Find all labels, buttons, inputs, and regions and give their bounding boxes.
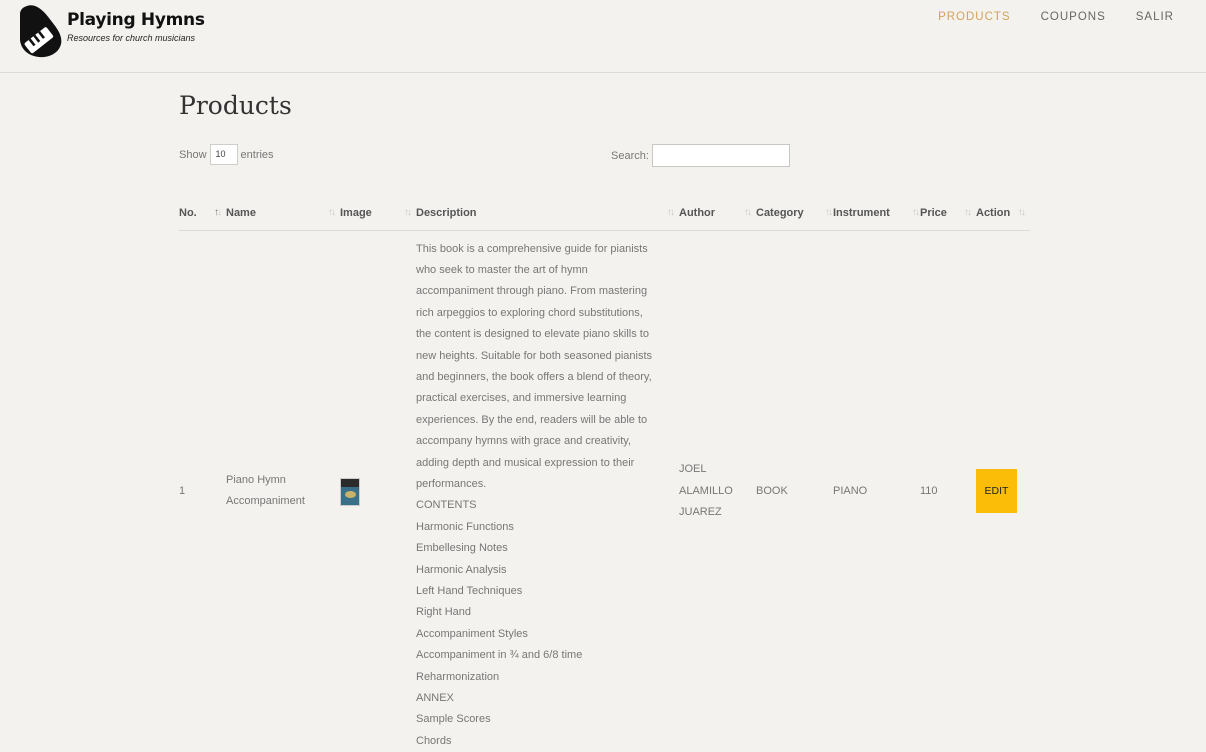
description-line: accompany hymns with grace and creativit… (416, 435, 631, 448)
description-line: adding depth and musical expression to t… (416, 456, 635, 469)
entries-label: entries (240, 148, 274, 161)
description-line: new heights. Suitable for both seasoned … (416, 349, 653, 362)
description-line: Right Hand (416, 606, 472, 619)
cell-image (340, 230, 416, 752)
piano-logo-icon (20, 5, 62, 58)
description-line: rich arpeggios to exploring chord substi… (416, 306, 643, 319)
column-header-description[interactable]: Description ↑↓ (416, 196, 679, 231)
brand-tagline: Resources for church musicians (67, 33, 196, 43)
column-header-instrument[interactable]: Instrument ↑↓ (833, 196, 920, 231)
column-header-name[interactable]: Name ↑↓ (226, 196, 340, 231)
brand-name: Playing Hymns (67, 10, 205, 30)
book-cover-thumbnail[interactable] (340, 478, 360, 507)
sort-icon: ↑↓ (825, 207, 833, 218)
sort-asc-icon: ↑↓ (214, 207, 222, 218)
description-line: and beginners, the book offers a blend o… (416, 370, 652, 383)
description-line: performances. (416, 477, 487, 490)
entries-select[interactable]: 10 (209, 144, 238, 165)
description-line: Reharmonization (416, 670, 500, 683)
nav-products[interactable]: PRODUCTS (938, 11, 1011, 23)
column-header-action[interactable]: Action ↑↓ (976, 196, 1030, 231)
nav-coupons[interactable]: COUPONS (1041, 11, 1106, 23)
entries-length-control: Show 10 entries (179, 144, 274, 165)
search-input[interactable] (651, 144, 790, 167)
page-title: Products (179, 91, 292, 120)
description-line: Embellesing Notes (416, 542, 508, 555)
nav-salir[interactable]: SALIR (1136, 11, 1174, 23)
description-line: Harmonic Analysis (416, 563, 507, 576)
cell-no: 1 (179, 484, 186, 497)
main-nav: PRODUCTS COUPONS SALIR (938, 11, 1174, 23)
table-row: 1 Piano Hymn Accompaniment This book is … (179, 230, 1030, 752)
description-line: CONTENTS (416, 499, 477, 512)
search-label: Search: (611, 149, 649, 162)
show-label: Show (179, 148, 207, 161)
description-line: Sample Scores (416, 713, 491, 726)
description-line: This book is a comprehensive guide for p… (416, 242, 648, 255)
search-control: Search: (611, 144, 790, 167)
description-line: who seek to master the art of hymn (416, 263, 588, 276)
description-line: ANNEX (416, 692, 454, 705)
description-line: practical exercises, and immersive learn… (416, 392, 627, 405)
cell-name: Piano Hymn Accompaniment (226, 473, 305, 508)
products-table: No. ↑↓ Name ↑↓ Image ↑↓ Description ↑↓ Autho… (179, 196, 1030, 752)
sort-icon: ↑↓ (328, 207, 336, 218)
description-line: Left Hand Techniques (416, 585, 523, 597)
column-header-image[interactable]: Image ↑↓ (340, 196, 416, 231)
cell-instrument: PIANO (833, 484, 868, 497)
cell-category: BOOK (756, 484, 788, 497)
column-header-no[interactable]: No. ↑↓ (179, 196, 226, 231)
cell-price: 110 (920, 484, 938, 497)
sort-icon: ↑↓ (667, 207, 675, 218)
description-line: Accompaniment Styles (416, 627, 528, 640)
sort-icon: ↑↓ (912, 207, 920, 218)
description-line: Chords (416, 734, 452, 747)
cell-description: This book is a comprehensive guide for p… (416, 230, 679, 752)
sort-icon: ↑↓ (1018, 207, 1026, 218)
cell-author: JOEL ALAMILLO JUAREZ (679, 463, 733, 519)
edit-button[interactable]: EDIT (976, 469, 1017, 514)
description-line: experiences. By the end, readers will be… (416, 413, 648, 426)
column-header-category[interactable]: Category ↑↓ (756, 196, 833, 231)
column-header-price[interactable]: Price ↑↓ (920, 196, 976, 231)
description-line: accompaniment through piano. From master… (416, 285, 648, 298)
table-header-row: No. ↑↓ Name ↑↓ Image ↑↓ Description ↑↓ Autho… (179, 196, 1030, 231)
sort-icon: ↑↓ (744, 207, 752, 218)
description-line: the content is designed to elevate piano… (416, 328, 649, 341)
sort-icon: ↑↓ (964, 207, 972, 218)
description-line: Harmonic Functions (416, 520, 514, 533)
cell-action: EDIT (976, 230, 1030, 752)
column-header-author[interactable]: Author ↑↓ (679, 196, 756, 231)
site-logo[interactable]: Playing Hymns Resources for church music… (19, 4, 205, 58)
site-header: Playing Hymns Resources for church music… (0, 0, 1206, 73)
sort-icon: ↑↓ (404, 207, 412, 218)
description-line: Accompaniment in ¾ and 6/8 time (416, 649, 583, 662)
